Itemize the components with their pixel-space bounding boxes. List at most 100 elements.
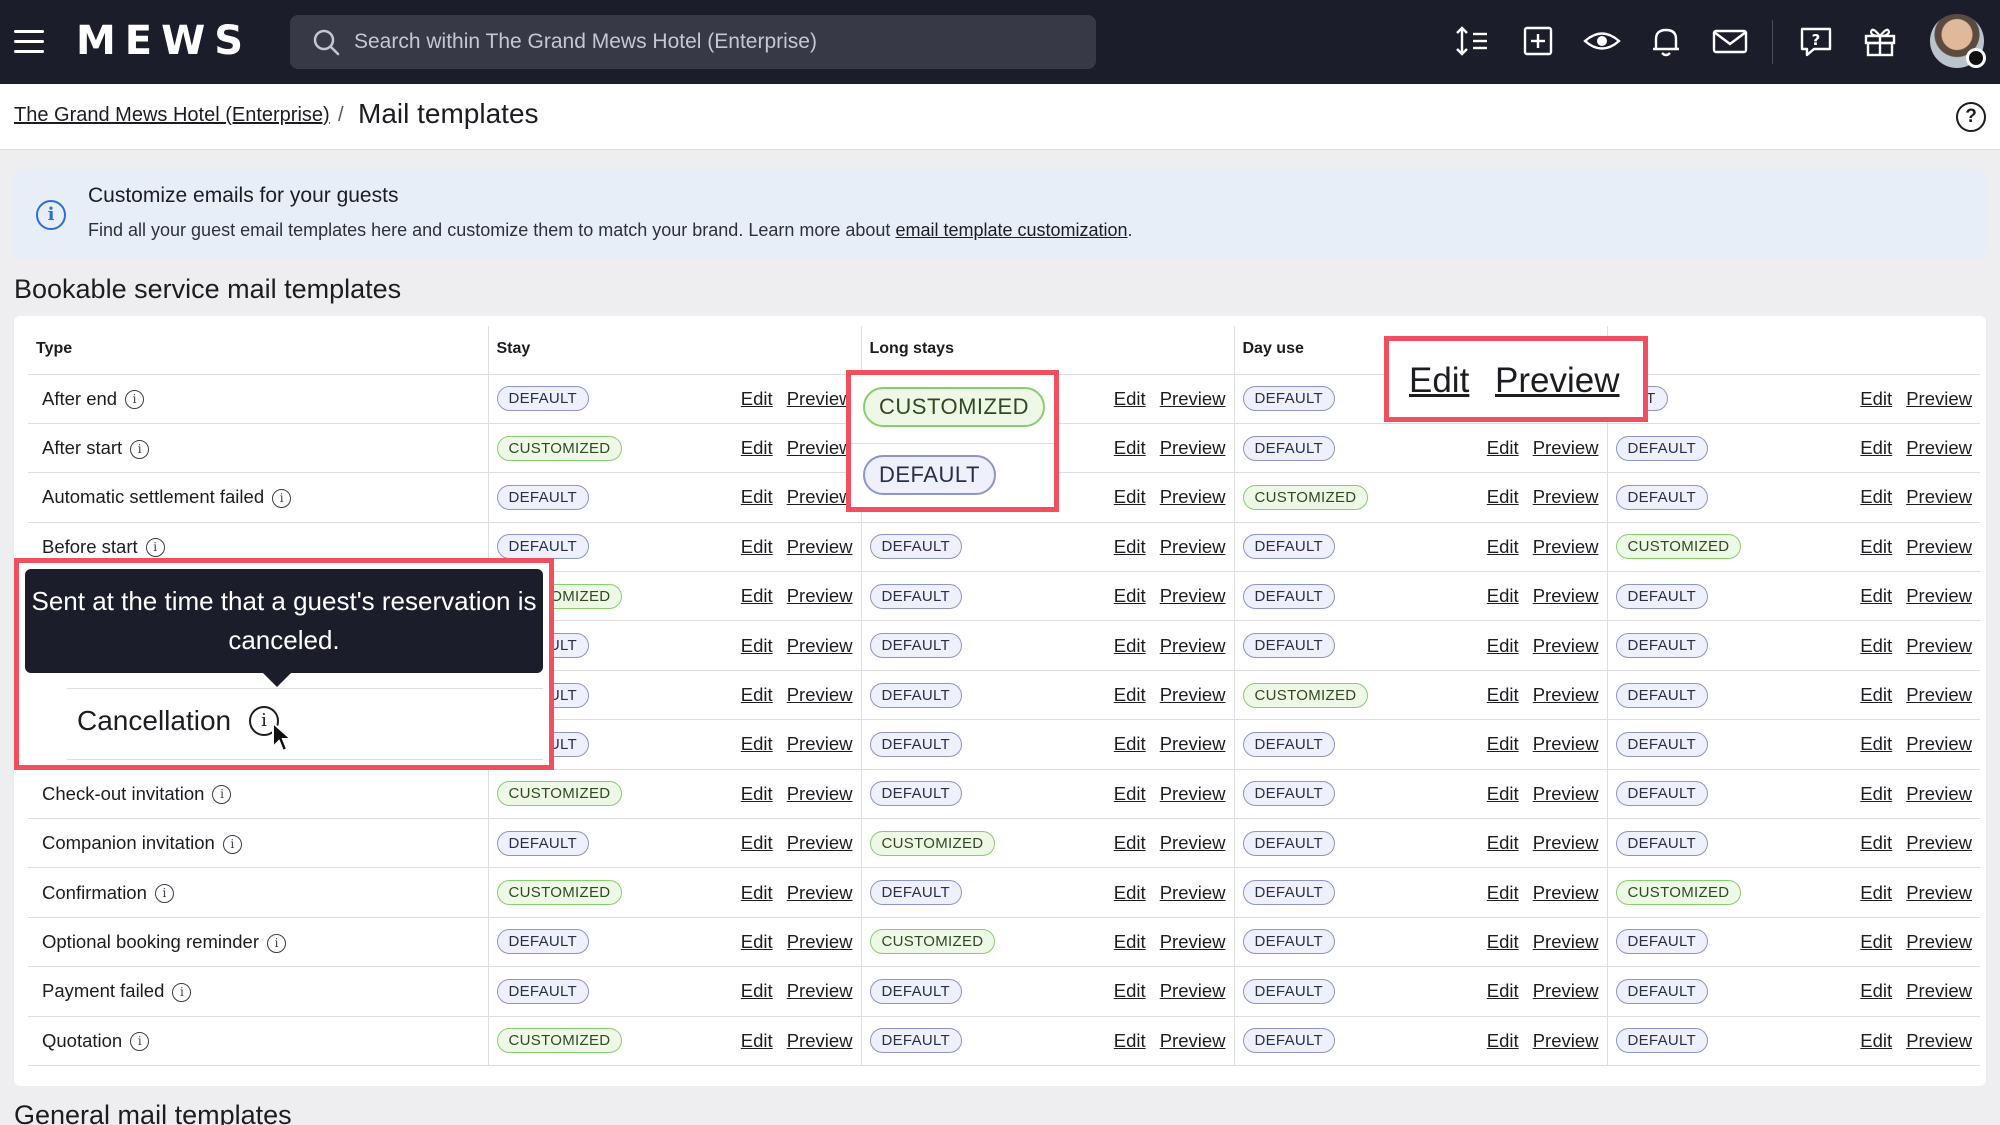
preview-link[interactable]: Preview bbox=[787, 931, 853, 952]
info-icon[interactable]: i bbox=[130, 1032, 150, 1052]
info-icon[interactable]: i bbox=[130, 439, 150, 459]
preview-link[interactable]: Preview bbox=[1160, 882, 1226, 903]
edit-link[interactable]: Edit bbox=[1860, 437, 1892, 458]
preview-link[interactable]: Preview bbox=[1160, 684, 1226, 705]
edit-link[interactable]: Edit bbox=[1860, 486, 1892, 507]
edit-link[interactable]: Edit bbox=[1487, 882, 1519, 903]
help-icon[interactable]: ? bbox=[1956, 102, 1986, 132]
edit-link[interactable]: Edit bbox=[1860, 882, 1892, 903]
preview-link[interactable]: Preview bbox=[1160, 585, 1226, 606]
edit-link[interactable]: Edit bbox=[1114, 684, 1146, 705]
edit-link-zoom[interactable]: Edit bbox=[1409, 361, 1469, 401]
preview-link-zoom[interactable]: Preview bbox=[1495, 361, 1619, 401]
edit-link[interactable]: Edit bbox=[741, 585, 773, 606]
info-icon[interactable]: i bbox=[212, 785, 232, 805]
preview-link[interactable]: Preview bbox=[787, 437, 853, 458]
preview-link[interactable]: Preview bbox=[1160, 486, 1226, 507]
preview-link[interactable]: Preview bbox=[787, 832, 853, 853]
menu-icon[interactable] bbox=[14, 30, 44, 54]
preview-link[interactable]: Preview bbox=[1906, 980, 1972, 1001]
info-icon[interactable]: i bbox=[125, 390, 145, 410]
preview-link[interactable]: Preview bbox=[787, 882, 853, 903]
info-icon[interactable]: i bbox=[145, 538, 165, 558]
eye-icon[interactable] bbox=[1582, 22, 1622, 62]
preview-link[interactable]: Preview bbox=[1906, 585, 1972, 606]
preview-link[interactable]: Preview bbox=[787, 388, 853, 409]
preview-link[interactable]: Preview bbox=[1906, 882, 1972, 903]
preview-link[interactable]: Preview bbox=[1533, 635, 1599, 656]
preview-link[interactable]: Preview bbox=[1533, 783, 1599, 804]
edit-link[interactable]: Edit bbox=[741, 733, 773, 754]
gift-icon[interactable] bbox=[1860, 22, 1900, 62]
preview-link[interactable]: Preview bbox=[1533, 437, 1599, 458]
edit-link[interactable]: Edit bbox=[1860, 931, 1892, 952]
edit-link[interactable]: Edit bbox=[1487, 931, 1519, 952]
preview-link[interactable]: Preview bbox=[787, 635, 853, 656]
edit-link[interactable]: Edit bbox=[1860, 783, 1892, 804]
edit-link[interactable]: Edit bbox=[1487, 783, 1519, 804]
edit-link[interactable]: Edit bbox=[741, 635, 773, 656]
preview-link[interactable]: Preview bbox=[1533, 733, 1599, 754]
edit-link[interactable]: Edit bbox=[1860, 1030, 1892, 1051]
preview-link[interactable]: Preview bbox=[1906, 437, 1972, 458]
preview-link[interactable]: Preview bbox=[1160, 536, 1226, 557]
preview-link[interactable]: Preview bbox=[1906, 931, 1972, 952]
preview-link[interactable]: Preview bbox=[1906, 684, 1972, 705]
preview-link[interactable]: Preview bbox=[787, 585, 853, 606]
edit-link[interactable]: Edit bbox=[1114, 388, 1146, 409]
edit-link[interactable]: Edit bbox=[1114, 931, 1146, 952]
preview-link[interactable]: Preview bbox=[1906, 388, 1972, 409]
preview-link[interactable]: Preview bbox=[1160, 388, 1226, 409]
edit-link[interactable]: Edit bbox=[1860, 536, 1892, 557]
edit-link[interactable]: Edit bbox=[1487, 980, 1519, 1001]
edit-link[interactable]: Edit bbox=[1860, 635, 1892, 656]
preview-link[interactable]: Preview bbox=[1533, 585, 1599, 606]
edit-link[interactable]: Edit bbox=[1114, 635, 1146, 656]
edit-link[interactable]: Edit bbox=[1860, 733, 1892, 754]
search-box[interactable] bbox=[290, 15, 1096, 69]
edit-link[interactable]: Edit bbox=[1114, 486, 1146, 507]
mail-icon[interactable] bbox=[1710, 22, 1750, 62]
preview-link[interactable]: Preview bbox=[787, 980, 853, 1001]
search-input[interactable] bbox=[354, 15, 1074, 69]
breadcrumb-parent-link[interactable]: The Grand Mews Hotel (Enterprise) bbox=[14, 104, 330, 127]
edit-link[interactable]: Edit bbox=[741, 980, 773, 1001]
preview-link[interactable]: Preview bbox=[787, 684, 853, 705]
bell-icon[interactable] bbox=[1646, 22, 1686, 62]
preview-link[interactable]: Preview bbox=[1160, 931, 1226, 952]
preview-link[interactable]: Preview bbox=[1160, 437, 1226, 458]
preview-link[interactable]: Preview bbox=[1160, 980, 1226, 1001]
info-icon[interactable]: i bbox=[267, 933, 286, 953]
preview-link[interactable]: Preview bbox=[1906, 1030, 1972, 1051]
edit-link[interactable]: Edit bbox=[1860, 388, 1892, 409]
edit-link[interactable]: Edit bbox=[1114, 536, 1146, 557]
edit-link[interactable]: Edit bbox=[1487, 635, 1519, 656]
edit-link[interactable]: Edit bbox=[741, 536, 773, 557]
preview-link[interactable]: Preview bbox=[1533, 536, 1599, 557]
info-icon[interactable]: i bbox=[222, 834, 242, 854]
edit-link[interactable]: Edit bbox=[741, 832, 773, 853]
preview-link[interactable]: Preview bbox=[1906, 733, 1972, 754]
edit-link[interactable]: Edit bbox=[1860, 585, 1892, 606]
edit-link[interactable]: Edit bbox=[741, 1030, 773, 1051]
edit-link[interactable]: Edit bbox=[1487, 832, 1519, 853]
edit-link[interactable]: Edit bbox=[1114, 980, 1146, 1001]
edit-link[interactable]: Edit bbox=[1114, 1030, 1146, 1051]
edit-link[interactable]: Edit bbox=[1860, 684, 1892, 705]
preview-link[interactable]: Preview bbox=[787, 1030, 853, 1051]
preview-link[interactable]: Preview bbox=[1533, 684, 1599, 705]
edit-link[interactable]: Edit bbox=[1860, 832, 1892, 853]
preview-link[interactable]: Preview bbox=[1906, 486, 1972, 507]
add-square-icon[interactable] bbox=[1518, 22, 1558, 62]
preview-link[interactable]: Preview bbox=[1160, 832, 1226, 853]
edit-link[interactable]: Edit bbox=[1114, 783, 1146, 804]
email-customization-link[interactable]: email template customization bbox=[895, 220, 1127, 240]
preview-link[interactable]: Preview bbox=[1160, 783, 1226, 804]
preview-link[interactable]: Preview bbox=[1533, 882, 1599, 903]
preview-link[interactable]: Preview bbox=[787, 733, 853, 754]
preview-link[interactable]: Preview bbox=[1906, 536, 1972, 557]
preview-link[interactable]: Preview bbox=[787, 536, 853, 557]
preview-link[interactable]: Preview bbox=[1906, 832, 1972, 853]
mews-logo[interactable]: MEWS bbox=[76, 18, 252, 64]
edit-link[interactable]: Edit bbox=[741, 931, 773, 952]
